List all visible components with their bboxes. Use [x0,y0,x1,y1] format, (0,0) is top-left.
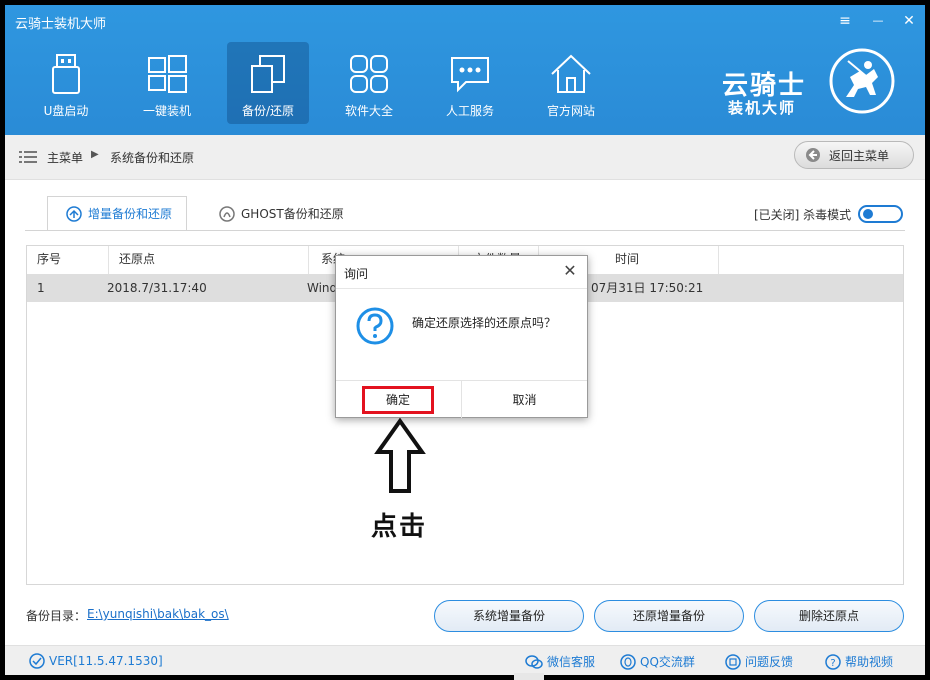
antivirus-label: [已关闭] 杀毒模式 [754,208,852,222]
confirm-dialog: 询问 ✕ 确定还原选择的还原点吗？ 确定 取消 [335,255,588,418]
nav-label-install: 一键装机 [142,104,191,118]
main-nav: U盘启动 一键装机 备份/还原 软件大全 人工服务 官方网站 [25,42,631,124]
tab-ghost[interactable]: GHOST备份和还原 [201,196,351,231]
help-video-label: 帮助视频 [845,655,894,669]
breadcrumb: 主菜单 ▶ 系统备份和还原 返回主菜单 [5,135,925,180]
nav-label-usb: U盘启动 [43,104,89,118]
restore-backup-button[interactable]: 还原增量备份 [594,600,744,632]
minimize-button[interactable]: — [867,11,889,31]
help-video-link[interactable]: ? 帮助视频 [825,653,893,670]
backup-icon [66,205,82,222]
col-restore-point: 还原点 [109,246,309,274]
chat-bubble-icon [451,57,489,93]
wechat-label: 微信客服 [547,655,596,669]
qq-label: QQ交流群 [640,655,695,669]
app-title: 云骑士装机大师 [15,17,107,32]
dialog-footer: 确定 取消 [336,380,587,418]
ghost-icon [219,205,235,222]
taskbar-fragment [514,673,544,680]
feedback-link[interactable]: 问题反馈 [725,653,793,670]
feedback-label: 问题反馈 [745,655,794,669]
backup-copy-icon [251,55,285,93]
breadcrumb-current: 系统备份和还原 [110,151,195,165]
toggle-knob [863,209,873,219]
nav-label-service: 人工服务 [445,104,494,118]
dialog-title: 询问 [344,267,369,281]
apps-grid-icon [350,55,388,93]
dialog-cancel-button[interactable]: 取消 [462,386,587,414]
menu-button[interactable]: ≡ [834,11,856,31]
home-icon [551,54,591,93]
antivirus-toggle[interactable] [858,205,903,223]
tab-ghost-label: GHOST备份和还原 [241,207,344,221]
check-circle-icon [29,653,45,669]
tab-incremental-label: 增量备份和还原 [88,207,173,221]
incremental-backup-button[interactable]: 系统增量备份 [434,600,584,632]
col-index: 序号 [27,246,109,274]
backup-dir-label: 备份目录： [26,609,87,623]
help-icon: ? [825,653,841,670]
header: 云骑士装机大师 ≡ — ✕ U盘启动 一键装机 备份/还原 软件大全 人工服务 … [5,5,925,135]
nav-item-backup[interactable]: 备份/还原 [227,42,309,124]
nav-label-website: 官方网站 [546,104,595,118]
usb-drive-icon [52,54,80,94]
qq-link[interactable]: QQ交流群 [620,653,695,670]
delete-restore-point-button[interactable]: 删除还原点 [754,600,904,632]
back-to-main-button[interactable]: 返回主菜单 [794,141,914,169]
back-label: 返回主菜单 [829,148,890,163]
svg-text:?: ? [830,658,835,669]
version-text: VER[11.5.47.1530] [49,654,163,668]
nav-label-backup: 备份/还原 [241,104,295,118]
brand: 云骑士 装机大师 [718,48,918,121]
tab-incremental[interactable]: 增量备份和还原 [47,196,187,231]
nav-item-website[interactable]: 官方网站 [530,42,612,124]
list-icon [19,151,37,163]
backup-dir-link[interactable]: E:\yunqishi\bak\bak_os\ [87,607,229,621]
back-arrow-icon [806,148,820,162]
feedback-icon [725,653,741,670]
nav-item-service[interactable]: 人工服务 [429,42,511,124]
qq-icon [620,653,636,670]
dialog-header: 询问 ✕ [336,256,587,289]
version: VER[11.5.47.1530] [29,653,163,669]
question-icon [356,307,394,345]
click-annotation: 点击 [371,512,428,542]
tab-divider [25,230,905,231]
windows-icon [148,55,187,93]
wechat-icon [525,654,543,669]
dialog-close-button[interactable]: ✕ [560,261,580,281]
nav-item-usb[interactable]: U盘启动 [25,42,107,124]
close-button[interactable]: ✕ [898,11,920,31]
nav-item-install[interactable]: 一键装机 [126,42,208,124]
wechat-link[interactable]: 微信客服 [525,653,595,670]
dialog-message: 确定还原选择的还原点吗？ [412,316,557,330]
cell-time: 07月31日 17:50:21 [591,281,704,295]
cell-restore-point: 2018.7/31.17:40 [107,281,207,295]
footer: VER[11.5.47.1530] 微信客服 QQ交流群 问题反馈 ? 帮助视频 [5,645,925,675]
dialog-ok-button[interactable]: 确定 [362,386,434,414]
nav-label-software: 软件大全 [344,104,393,118]
up-arrow-icon [374,418,426,493]
cell-index: 1 [37,281,45,295]
brand-subtitle: 装机大师 [728,99,797,117]
nav-item-software[interactable]: 软件大全 [328,42,410,124]
knight-logo-icon [829,48,895,114]
breadcrumb-home[interactable]: 主菜单 [47,149,83,166]
breadcrumb-arrow-icon: ▶ [91,149,99,160]
